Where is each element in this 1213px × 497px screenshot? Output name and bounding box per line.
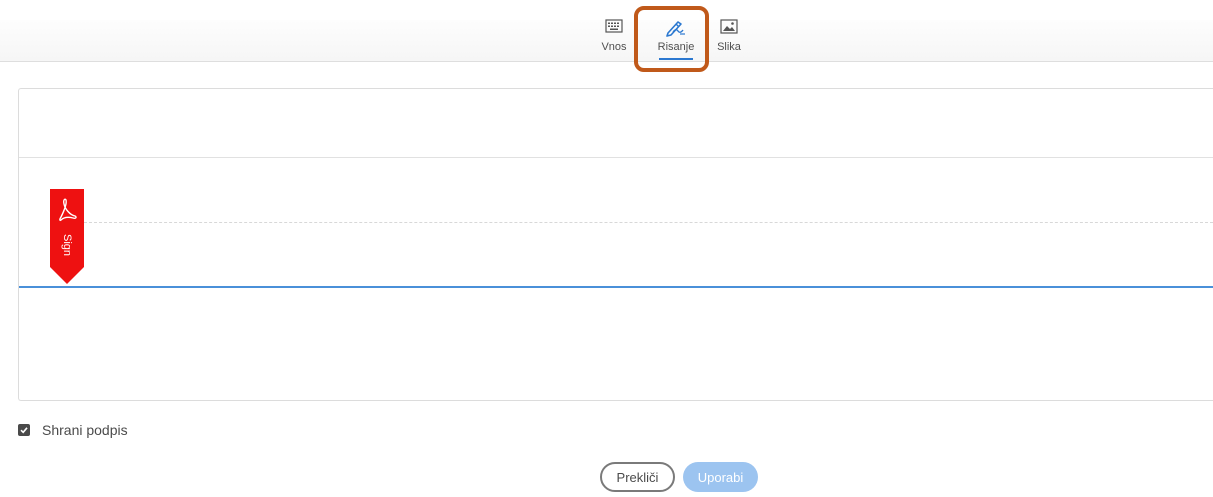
tab-type-label: Vnos xyxy=(601,41,627,53)
sign-marker-label: Sign xyxy=(61,233,73,257)
checkmark-icon xyxy=(20,427,28,434)
signature-draw-canvas[interactable] xyxy=(18,88,1213,401)
tab-selected-indicator xyxy=(659,58,693,60)
canvas-top-guide xyxy=(19,157,1213,158)
tab-image-label: Slika xyxy=(717,41,741,53)
image-icon xyxy=(720,19,738,39)
save-signature-checkbox[interactable] xyxy=(18,424,30,436)
use-button[interactable]: Uporabi xyxy=(683,462,758,492)
canvas-midline-guide xyxy=(84,222,1213,223)
tab-type[interactable]: Vnos xyxy=(589,17,639,61)
draw-pen-icon xyxy=(665,19,687,42)
save-signature-row[interactable]: Shrani podpis xyxy=(18,421,128,439)
tab-draw[interactable]: Risanje xyxy=(651,17,701,61)
keyboard-icon xyxy=(605,19,623,38)
cancel-button[interactable]: Prekliči xyxy=(600,462,675,492)
save-signature-label: Shrani podpis xyxy=(42,422,128,438)
signature-mode-toolbar: Vnos Risanje Slika xyxy=(0,0,1213,62)
signature-baseline xyxy=(19,286,1213,288)
tab-image[interactable]: Slika xyxy=(704,17,754,61)
tab-draw-label: Risanje xyxy=(657,41,695,53)
